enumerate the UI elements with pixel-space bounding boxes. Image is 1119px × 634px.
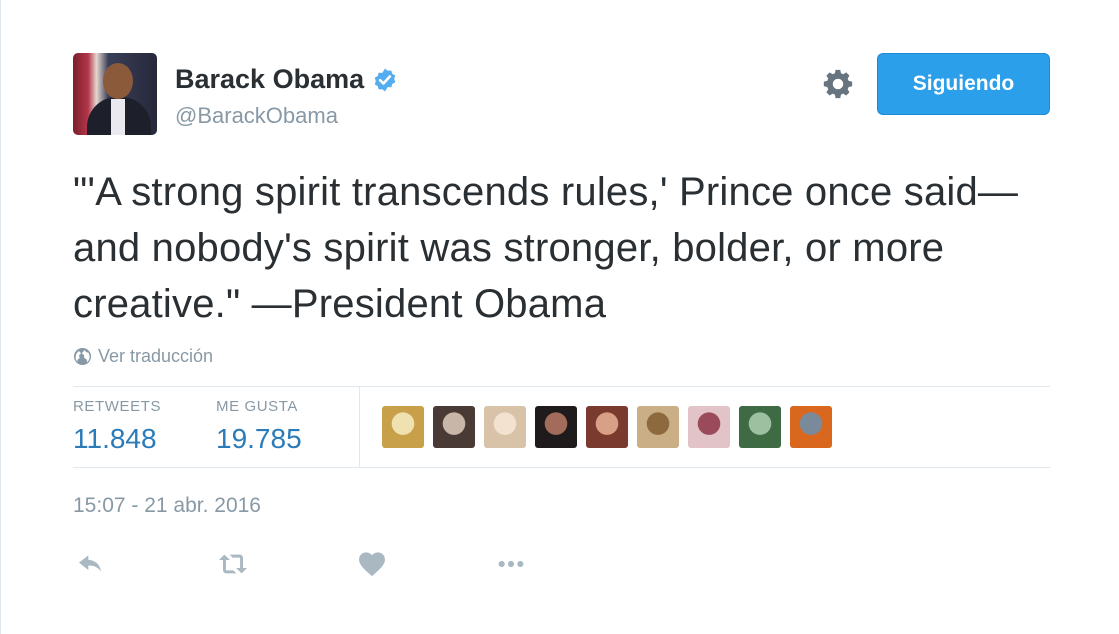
liker-avatar[interactable]: [790, 406, 832, 448]
more-button[interactable]: [493, 546, 529, 582]
translate-label[interactable]: Ver traducción: [98, 346, 213, 367]
liker-avatar[interactable]: [688, 406, 730, 448]
heart-icon: [359, 552, 385, 577]
tweet-text: "'A strong spirit transcends rules,' Pri…: [73, 170, 1019, 326]
gear-icon[interactable]: [821, 67, 855, 101]
author-name[interactable]: Barack Obama: [175, 64, 364, 95]
retweets-label: RETWEETS: [73, 398, 162, 415]
stats-separator: [359, 387, 360, 467]
translate-link[interactable]: Ver traducción: [73, 346, 213, 367]
author-avatar[interactable]: [73, 53, 157, 135]
likes-stat[interactable]: ME GUSTA 19.785: [216, 398, 302, 455]
likes-label: ME GUSTA: [216, 398, 299, 415]
liker-avatar[interactable]: [433, 406, 475, 448]
liker-avatar[interactable]: [535, 406, 577, 448]
liker-avatar[interactable]: [484, 406, 526, 448]
globe-icon: [73, 347, 92, 366]
liker-avatars: [382, 406, 832, 448]
tweet-timestamp[interactable]: 15:07 - 21 abr. 2016: [73, 494, 261, 518]
reply-button[interactable]: [73, 546, 109, 582]
stats-divider-bottom: [73, 467, 1050, 468]
retweet-icon: [219, 554, 247, 574]
avatar-face: [103, 63, 133, 99]
author-handle[interactable]: @BarackObama: [175, 103, 338, 129]
liker-avatar[interactable]: [382, 406, 424, 448]
retweets-stat[interactable]: RETWEETS 11.848: [73, 398, 161, 455]
author-name-row[interactable]: Barack Obama: [175, 64, 398, 95]
more-dots-icon: [498, 560, 524, 568]
avatar-shirt: [111, 99, 125, 135]
retweets-count[interactable]: 11.848: [73, 423, 161, 455]
reply-icon: [79, 555, 101, 572]
liker-avatar[interactable]: [586, 406, 628, 448]
liker-avatar[interactable]: [637, 406, 679, 448]
likes-count[interactable]: 19.785: [216, 423, 302, 455]
retweet-button[interactable]: [215, 546, 251, 582]
stats-divider-top: [73, 386, 1050, 387]
liker-avatar[interactable]: [739, 406, 781, 448]
like-button[interactable]: [354, 546, 390, 582]
following-button[interactable]: Siguiendo: [877, 53, 1050, 115]
tweet-card: Barack Obama @BarackObama Siguiendo "'A …: [0, 0, 1119, 634]
verified-badge-icon: [374, 68, 396, 91]
